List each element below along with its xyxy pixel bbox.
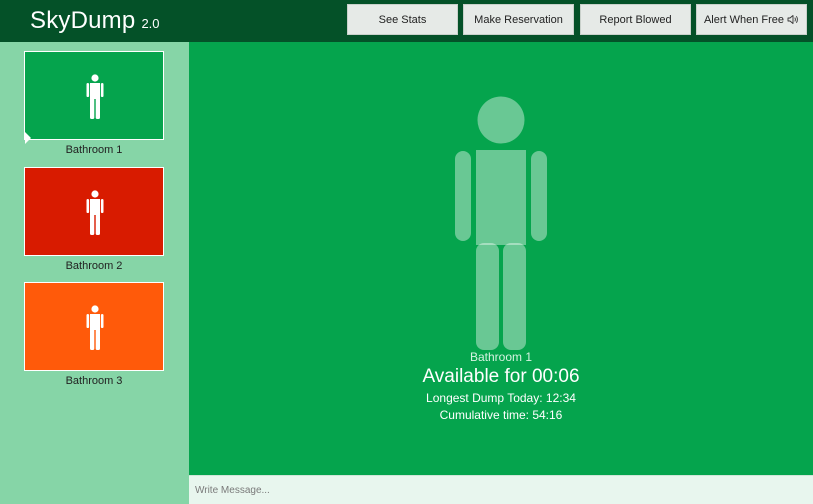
bathroom-detail-panel: Bathroom 1 Available for 00:06 Longest D… [189,42,813,475]
speaker-icon [787,15,798,24]
bathroom-card-2[interactable] [24,167,164,256]
person-icon [86,190,104,235]
cumulative-time-stat: Cumulative time: 54:16 [439,408,563,422]
see-stats-label: See Stats [378,13,427,26]
bathroom-card-1[interactable] [24,51,164,140]
see-stats-button[interactable]: See Stats [347,4,458,35]
bathroom-label-3: Bathroom 3 [65,375,123,387]
message-input[interactable] [189,476,813,504]
app-brand: SkyDump 2.0 [30,7,160,35]
app-name: SkyDump [30,7,136,34]
person-icon [86,305,104,350]
person-icon [455,96,547,350]
bathroom-sidebar: Bathroom 1 Bathroom 2 Bathroom 3 [0,42,189,504]
app-version: 2.0 [141,16,160,31]
selected-bathroom-name: Bathroom 1 [469,350,533,364]
person-icon [86,74,104,119]
alert-when-free-button[interactable]: Alert When Free [696,4,807,35]
top-bar: SkyDump 2.0 See Stats Make Reservation Re… [0,0,813,42]
alert-when-free-label: Alert When Free [703,13,785,26]
bathroom-label-2: Bathroom 2 [65,260,123,272]
bathroom-card-3[interactable] [24,282,164,371]
make-reservation-label: Make Reservation [474,13,563,26]
make-reservation-button[interactable]: Make Reservation [463,4,574,35]
report-blowed-button[interactable]: Report Blowed [580,4,691,35]
report-blowed-label: Report Blowed [599,13,672,26]
selected-pointer-icon [25,132,31,144]
availability-status: Available for 00:06 [422,366,580,387]
bathroom-label-1: Bathroom 1 [65,144,123,156]
longest-dump-stat: Longest Dump Today: 12:34 [426,391,576,405]
message-bar [189,475,813,504]
